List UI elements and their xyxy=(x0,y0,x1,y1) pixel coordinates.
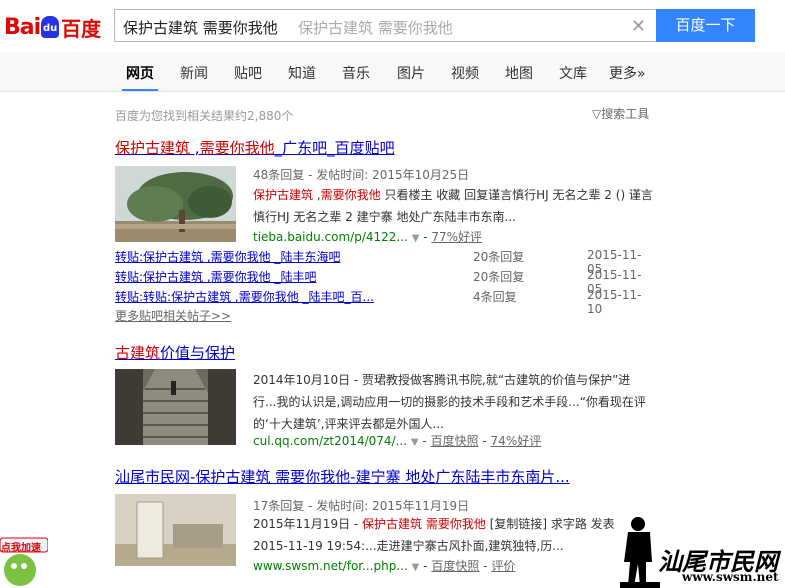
logo-bai: Bai xyxy=(4,14,41,40)
sub-post-count: 4条回复 xyxy=(473,290,517,304)
url-text: tieba.baidu.com/p/4122... xyxy=(253,230,408,244)
title-text: 价值与保护 xyxy=(160,344,236,362)
baidu-logo[interactable]: Bai du 百度 xyxy=(4,12,101,42)
result-2-title[interactable]: 古建筑价值与保护 xyxy=(115,342,235,363)
search-input[interactable]: 保护古建筑 需要你我他 保护古建筑 需要你我他 ✕ xyxy=(114,9,656,42)
virus-mascot-icon xyxy=(0,537,49,586)
snippet-text: 2015年11月19日 - xyxy=(253,517,363,531)
title-text: , xyxy=(190,139,200,157)
tree-photo xyxy=(115,166,236,242)
tab-bar: 网页 新闻 贴吧 知道 音乐 图片 视频 地图 文库 更多» xyxy=(0,52,785,92)
sub-post-date: 2015-11-10 xyxy=(587,288,642,316)
rating-link[interactable]: 74%好评 xyxy=(491,434,542,448)
result-2-snippet: 2014年10月10日 - 贾珺教授做客腾讯书院,就“古建筑的价值与保护”进行.… xyxy=(253,373,646,431)
tab-map[interactable]: 地图 xyxy=(505,63,533,83)
sub-post-title[interactable]: 转贴:保护古建筑 ,需要你我他 _陆丰吧 xyxy=(115,268,317,285)
tab-more[interactable]: 更多» xyxy=(609,63,646,83)
snippet-text: 2015-11-19 19:54:...走进建宁寨古风扑面,建筑独特,历... xyxy=(253,539,564,553)
result-1-snippet: 保护古建筑 ,需要你我他 只看楼主 收藏 回复谨言慎行HJ 无名之辈 2 () … xyxy=(253,184,653,228)
result-1-url[interactable]: tieba.baidu.com/p/4122... ▼ - 77%好评 xyxy=(253,228,482,245)
snippet-text: [复制链接] 求字路 发表 xyxy=(485,517,615,531)
chevron-down-icon[interactable]: ▼ xyxy=(412,562,420,573)
snapshot-link[interactable]: 百度快照 xyxy=(431,434,479,448)
header: Bai du 百度 保护古建筑 需要你我他 保护古建筑 需要你我他 ✕ 百度一下 xyxy=(0,0,785,52)
tab-zhidao[interactable]: 知道 xyxy=(288,63,316,83)
tab-video[interactable]: 视频 xyxy=(451,63,479,83)
sub-post-count: 20条回复 xyxy=(473,250,525,264)
search-tools-button[interactable]: ▽搜索工具 xyxy=(592,105,649,122)
sub-post-title[interactable]: 转贴:转贴:保护古建筑 ,需要你我他 _陆丰吧_百... xyxy=(115,288,374,305)
result-1-thumbnail[interactable] xyxy=(115,166,236,242)
stone-steps-photo xyxy=(115,369,236,445)
tab-tieba[interactable]: 贴吧 xyxy=(234,63,262,83)
tab-web[interactable]: 网页 xyxy=(122,63,158,91)
sub-post-row: 转贴:保护古建筑 ,需要你我他 _陆丰东海吧 20条回复 2015-11-05 xyxy=(115,248,655,276)
result-3-url[interactable]: www.swsm.net/for...php... ▼ - 百度快照 - 评价 xyxy=(253,557,515,574)
highlight: 保护古建筑 xyxy=(115,139,191,157)
tab-images[interactable]: 图片 xyxy=(397,63,425,83)
highlight: 需要你我他 xyxy=(199,139,275,157)
result-1-title[interactable]: 保护古建筑 ,需要你我他_广东吧_百度贴吧 xyxy=(115,137,395,158)
result-1-meta: 48条回复 - 发帖时间: 2015年10月25日 xyxy=(253,168,470,182)
search-button[interactable]: 百度一下 xyxy=(656,9,755,42)
logo-cn: 百度 xyxy=(61,16,102,41)
highlight: 古建筑 xyxy=(115,344,161,362)
result-2-thumbnail[interactable] xyxy=(115,369,236,445)
chevron-down-icon[interactable]: ▼ xyxy=(411,437,419,448)
tab-music[interactable]: 音乐 xyxy=(342,63,370,83)
search-query[interactable]: 保护古建筑 需要你我他 xyxy=(123,17,278,38)
tab-news[interactable]: 新闻 xyxy=(180,63,208,83)
rating-link[interactable]: 77%好评 xyxy=(431,230,482,244)
sub-post-row: 转贴:转贴:保护古建筑 ,需要你我他 _陆丰吧_百... 4条回复 2015-1… xyxy=(115,288,655,316)
stone-tablet-photo xyxy=(115,494,236,566)
speedup-badge[interactable]: 点我加速 xyxy=(0,528,49,588)
review-link[interactable]: 评价 xyxy=(491,559,515,573)
highlight: 需要你我他 xyxy=(320,188,381,202)
result-3-snippet: 2015年11月19日 - 保护古建筑 需要你我他 [复制链接] 求字路 发表 2… xyxy=(253,513,653,557)
snapshot-link[interactable]: 百度快照 xyxy=(431,559,479,573)
chevron-down-icon[interactable]: ▼ xyxy=(412,233,420,244)
more-tieba-link[interactable]: 更多贴吧相关帖子>> xyxy=(115,307,231,324)
url-text: www.swsm.net/for...php... xyxy=(253,559,408,573)
result-count: 百度为您找到相关结果约2,880个 xyxy=(115,109,294,123)
tab-wenku[interactable]: 文库 xyxy=(559,63,587,83)
site-watermark: 汕尾市民网 www.swsm.net xyxy=(620,512,785,588)
paw-icon: du xyxy=(41,16,60,38)
highlight: 保护古建筑 xyxy=(253,188,314,202)
title-text: _广东吧_百度贴吧 xyxy=(274,139,395,157)
sub-post-count: 20条回复 xyxy=(473,270,525,284)
sub-post-row: 转贴:保护古建筑 ,需要你我他 _陆丰吧 20条回复 2015-11-05 xyxy=(115,268,655,296)
speedup-label: 点我加速 xyxy=(1,543,41,554)
search-ghost-text: 保护古建筑 需要你我他 xyxy=(298,19,453,37)
close-icon[interactable]: ✕ xyxy=(631,16,646,37)
snippet-text: , xyxy=(313,188,321,202)
result-3-meta: 17条回复 - 发帖时间: 2015年11月19日 xyxy=(253,499,470,513)
sub-post-title[interactable]: 转贴:保护古建筑 ,需要你我他 _陆丰东海吧 xyxy=(115,248,341,265)
result-2-url[interactable]: cul.qq.com/zt2014/074/... ▼ - 百度快照 - 74%… xyxy=(253,432,541,449)
url-text: cul.qq.com/zt2014/074/... xyxy=(253,434,408,448)
result-3-thumbnail[interactable] xyxy=(115,494,236,566)
watermark-url: www.swsm.net xyxy=(682,570,779,584)
highlight: 保护古建筑 需要你我他 xyxy=(362,517,486,531)
result-3-title[interactable]: 汕尾市民网-保护古建筑 需要你我他-建宁寨 地处广东陆丰市东南片... xyxy=(115,466,570,487)
